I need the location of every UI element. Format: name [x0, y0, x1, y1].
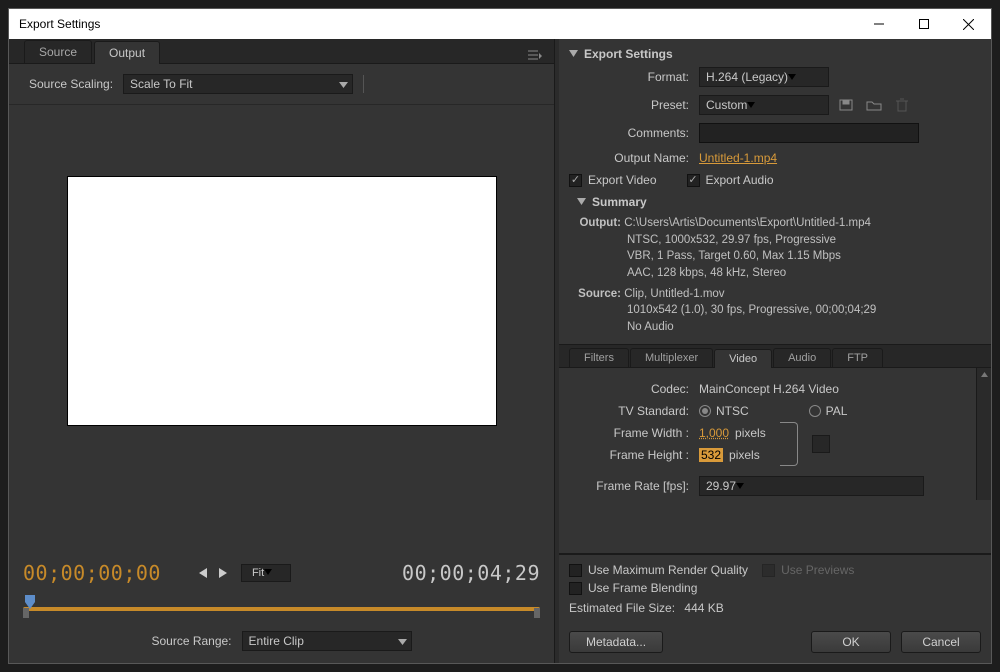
comments-label: Comments:: [559, 126, 699, 140]
frame-height-label: Frame Height :: [559, 448, 699, 462]
tv-standard-label: TV Standard:: [559, 404, 699, 418]
pal-label: PAL: [826, 404, 848, 418]
timecode-duration: 00;00;04;29: [402, 561, 540, 585]
export-video-label: Export Video: [588, 173, 657, 187]
export-settings-window: Export Settings Source Output Source Sca…: [8, 8, 992, 664]
scrollbar[interactable]: [976, 368, 991, 500]
use-frame-blending-checkbox[interactable]: [569, 582, 582, 595]
link-bracket-icon: [780, 422, 798, 466]
frame-rate-label: Frame Rate [fps]:: [559, 479, 699, 493]
frame-rate-dropdown[interactable]: 29.97: [699, 476, 924, 496]
panel-menu-icon[interactable]: [524, 47, 546, 63]
timecode-current[interactable]: 00;00;00;00: [23, 561, 161, 585]
export-audio-label: Export Audio: [706, 173, 774, 187]
save-preset-icon[interactable]: [835, 95, 857, 115]
frame-height-value[interactable]: 532: [699, 448, 723, 462]
summary-header: Summary: [592, 195, 647, 209]
ok-button[interactable]: OK: [811, 631, 891, 653]
codec-label: Codec:: [559, 382, 699, 396]
minimize-button[interactable]: [856, 9, 901, 39]
in-point-handle[interactable]: [23, 605, 31, 613]
format-label: Format:: [559, 70, 699, 84]
import-preset-icon[interactable]: [863, 95, 885, 115]
source-scaling-value: Scale To Fit: [130, 77, 192, 91]
tab-filters[interactable]: Filters: [569, 348, 629, 367]
use-previews-checkbox: [762, 564, 775, 577]
source-range-value: Entire Clip: [249, 634, 304, 648]
out-point-handle[interactable]: [532, 605, 540, 613]
preview-canvas: [67, 176, 497, 426]
use-max-quality-label: Use Maximum Render Quality: [588, 563, 748, 577]
zoom-dropdown[interactable]: Fit: [241, 564, 291, 582]
output-name-link[interactable]: Untitled-1.mp4: [699, 151, 777, 165]
use-previews-label: Use Previews: [781, 563, 854, 577]
divider: [363, 75, 364, 93]
delete-preset-icon[interactable]: [891, 95, 913, 115]
preview-area: [9, 105, 554, 557]
format-value: H.264 (Legacy): [706, 70, 788, 84]
pixels-label: pixels: [729, 448, 760, 462]
pal-radio[interactable]: [809, 405, 821, 417]
constrain-proportions-toggle[interactable]: [812, 435, 830, 453]
use-max-quality-checkbox[interactable]: [569, 564, 582, 577]
ntsc-label: NTSC: [716, 404, 749, 418]
export-video-checkbox[interactable]: [569, 174, 582, 187]
export-settings-header: Export Settings: [584, 47, 673, 61]
preset-label: Preset:: [559, 98, 699, 112]
maximize-button[interactable]: [901, 9, 946, 39]
titlebar[interactable]: Export Settings: [9, 9, 991, 39]
tab-multiplexer[interactable]: Multiplexer: [630, 348, 713, 367]
twirldown-icon[interactable]: [569, 47, 578, 61]
source-scaling-dropdown[interactable]: Scale To Fit: [123, 74, 353, 94]
close-button[interactable]: [946, 9, 991, 39]
tab-video[interactable]: Video: [714, 349, 772, 368]
frame-width-label: Frame Width :: [559, 426, 699, 440]
comments-input[interactable]: [699, 123, 919, 143]
tab-output[interactable]: Output: [94, 41, 160, 64]
codec-value: MainConcept H.264 Video: [699, 382, 839, 396]
source-range-dropdown[interactable]: Entire Clip: [242, 631, 412, 651]
preset-value: Custom: [706, 98, 747, 112]
zoom-value: Fit: [252, 567, 264, 579]
estimated-size-label: Estimated File Size:: [569, 601, 675, 615]
tab-ftp[interactable]: FTP: [832, 348, 883, 367]
prev-frame-button[interactable]: [197, 566, 211, 580]
estimated-size-value: 444 KB: [684, 601, 723, 615]
output-name-label: Output Name:: [559, 151, 699, 165]
export-audio-checkbox[interactable]: [687, 174, 700, 187]
use-frame-blending-label: Use Frame Blending: [588, 581, 697, 595]
tab-source[interactable]: Source: [24, 40, 92, 63]
cancel-button[interactable]: Cancel: [901, 631, 981, 653]
source-range-label: Source Range:: [151, 634, 231, 648]
next-frame-button[interactable]: [215, 566, 229, 580]
twirldown-icon[interactable]: [577, 195, 586, 209]
summary-box: Output: C:\Users\Artis\Documents\Export\…: [577, 215, 981, 336]
preset-dropdown[interactable]: Custom: [699, 95, 829, 115]
frame-rate-value: 29.97: [706, 479, 736, 493]
window-title: Export Settings: [19, 17, 856, 31]
metadata-button[interactable]: Metadata...: [569, 631, 663, 653]
format-dropdown[interactable]: H.264 (Legacy): [699, 67, 829, 87]
tab-audio[interactable]: Audio: [773, 348, 831, 367]
ntsc-radio[interactable]: [699, 405, 711, 417]
frame-width-value[interactable]: 1,000: [699, 426, 729, 440]
timeline-slider[interactable]: [23, 595, 540, 615]
source-scaling-label: Source Scaling:: [29, 77, 113, 91]
pixels-label: pixels: [735, 426, 766, 440]
